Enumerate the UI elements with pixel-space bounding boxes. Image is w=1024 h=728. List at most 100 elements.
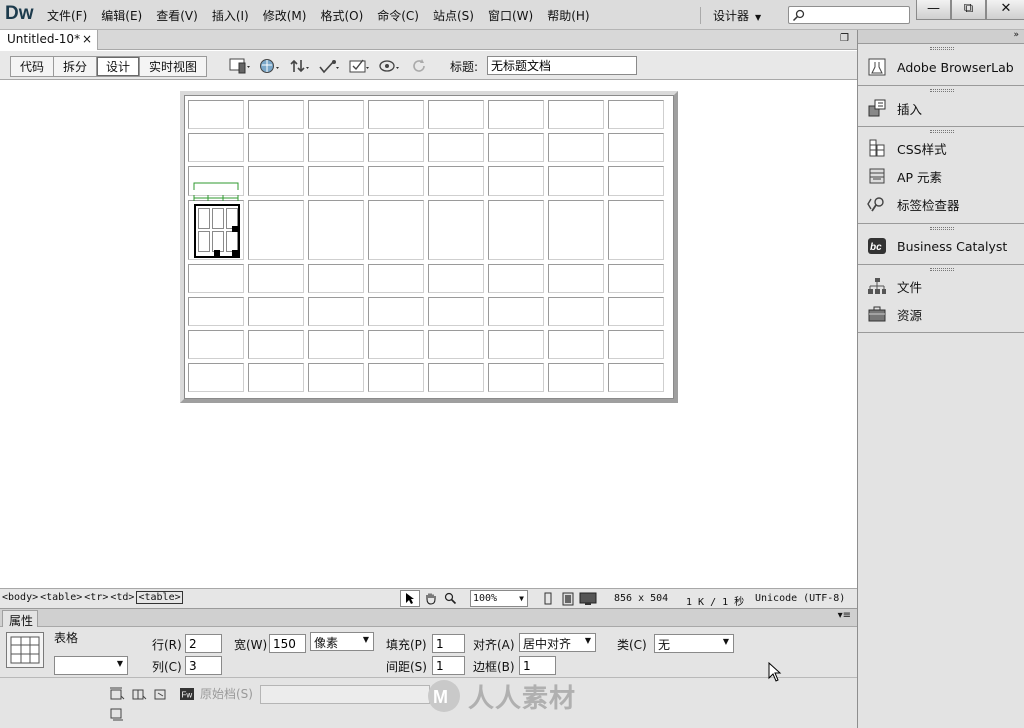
table-cell[interactable]: [308, 133, 364, 162]
dock-item-files[interactable]: 文件: [866, 275, 922, 297]
rows-input[interactable]: [185, 634, 222, 653]
table-cell[interactable]: [428, 264, 484, 293]
width-input[interactable]: [269, 634, 306, 653]
dock-item-css[interactable]: CSS样式: [866, 137, 947, 159]
menu-view[interactable]: 查看(V): [149, 7, 205, 24]
table-cell[interactable]: [188, 297, 244, 326]
table-cell[interactable]: [548, 264, 604, 293]
table-cell[interactable]: [548, 297, 604, 326]
panel-menu-icon[interactable]: ▾≡: [838, 610, 851, 621]
resize-handle[interactable]: [214, 250, 220, 256]
table-id-select[interactable]: ▼: [54, 656, 128, 675]
menu-site[interactable]: 站点(S): [426, 7, 481, 24]
table-cell[interactable]: [428, 200, 484, 260]
grip-handle[interactable]: [930, 130, 954, 133]
hand-tool-icon[interactable]: [420, 590, 440, 607]
menu-modify[interactable]: 修改(M): [256, 7, 314, 24]
tag-td[interactable]: <td>: [110, 592, 134, 604]
w3c-validation-icon[interactable]: [316, 56, 344, 76]
table-cell[interactable]: [308, 200, 364, 260]
table-cell[interactable]: [308, 363, 364, 392]
menu-edit[interactable]: 编辑(E): [94, 7, 149, 24]
split-view-button[interactable]: 拆分: [54, 57, 98, 76]
dock-item-browserlab[interactable]: Adobe BrowserLab: [866, 56, 1014, 78]
table-cell[interactable]: [608, 363, 664, 392]
table-cell[interactable]: [608, 200, 664, 260]
menu-insert[interactable]: 插入(I): [205, 7, 256, 24]
table-cell[interactable]: [308, 264, 364, 293]
table-cell[interactable]: [248, 200, 304, 260]
refresh-icon[interactable]: [406, 56, 434, 76]
table-cell[interactable]: [248, 330, 304, 359]
table-cell[interactable]: [488, 363, 544, 392]
table-cell[interactable]: [188, 133, 244, 162]
table-cell[interactable]: [368, 330, 424, 359]
design-canvas[interactable]: [0, 81, 857, 588]
table-cell[interactable]: [248, 100, 304, 129]
resize-handle[interactable]: [232, 250, 238, 256]
table-cell[interactable]: [308, 166, 364, 196]
table-cell[interactable]: [188, 100, 244, 129]
table-cell[interactable]: [428, 133, 484, 162]
table-cell[interactable]: [368, 297, 424, 326]
table-cell[interactable]: [488, 264, 544, 293]
table-cell[interactable]: [608, 100, 664, 129]
resize-handle[interactable]: [232, 226, 238, 232]
spacing-input[interactable]: [432, 656, 465, 675]
check-browser-compat-icon[interactable]: [346, 56, 374, 76]
table-cell[interactable]: [428, 100, 484, 129]
properties-tab[interactable]: 属性: [2, 610, 38, 628]
table-cell[interactable]: [428, 297, 484, 326]
table-cell[interactable]: [488, 330, 544, 359]
close-button[interactable]: ✕: [986, 0, 1024, 20]
nested-table-cell[interactable]: [212, 208, 224, 229]
table-cell[interactable]: [488, 100, 544, 129]
mobile-size-icon[interactable]: [538, 590, 558, 607]
table-cell[interactable]: [308, 330, 364, 359]
convert-to-pixels-icon[interactable]: [152, 686, 170, 702]
document-tab[interactable]: Untitled-10* ×: [0, 30, 98, 50]
nested-table-cell[interactable]: [198, 208, 210, 229]
file-management-icon[interactable]: [286, 56, 314, 76]
table-cell[interactable]: [248, 166, 304, 196]
desktop-size-icon[interactable]: [578, 590, 598, 607]
dock-item-ap[interactable]: AP 元素: [866, 165, 942, 187]
window-dimensions[interactable]: 856 x 504: [614, 593, 668, 604]
dock-item-insert[interactable]: 插入: [866, 97, 922, 119]
table-cell[interactable]: [548, 200, 604, 260]
document-title-input[interactable]: [487, 56, 637, 75]
padding-input[interactable]: [432, 634, 465, 653]
menu-format[interactable]: 格式(O): [313, 7, 370, 24]
table-cell[interactable]: [488, 297, 544, 326]
clear-row-heights-icon[interactable]: [108, 686, 126, 702]
tag-body[interactable]: <body>: [2, 592, 38, 604]
menu-commands[interactable]: 命令(C): [370, 7, 426, 24]
table-cell[interactable]: [308, 100, 364, 129]
table-cell[interactable]: [548, 133, 604, 162]
table-cell[interactable]: [188, 330, 244, 359]
help-search-input[interactable]: [788, 6, 910, 24]
table-cell[interactable]: [308, 297, 364, 326]
table-cell[interactable]: [188, 363, 244, 392]
nested-table-cell[interactable]: [198, 231, 210, 252]
table-cell[interactable]: [548, 166, 604, 196]
menu-window[interactable]: 窗口(W): [481, 7, 540, 24]
table-cell[interactable]: [488, 200, 544, 260]
grip-handle[interactable]: [930, 47, 954, 50]
menu-file[interactable]: 文件(F): [40, 7, 94, 24]
collapse-dock-icon[interactable]: »: [1013, 30, 1019, 40]
table-cell[interactable]: [248, 133, 304, 162]
table-cell[interactable]: [548, 330, 604, 359]
minimize-button[interactable]: —: [916, 0, 951, 20]
table-cell[interactable]: [368, 363, 424, 392]
width-unit-select[interactable]: 像素 ▼: [310, 632, 374, 651]
table-cell[interactable]: [608, 264, 664, 293]
table-cell[interactable]: [368, 100, 424, 129]
table-cell[interactable]: [368, 166, 424, 196]
restore-button[interactable]: ⧉: [951, 0, 986, 20]
close-tab-icon[interactable]: ×: [82, 32, 92, 46]
workspace-switcher[interactable]: 设计器 ▼: [700, 7, 780, 24]
tablet-size-icon[interactable]: [558, 590, 578, 607]
table-cell[interactable]: [368, 264, 424, 293]
table-cell[interactable]: [248, 264, 304, 293]
